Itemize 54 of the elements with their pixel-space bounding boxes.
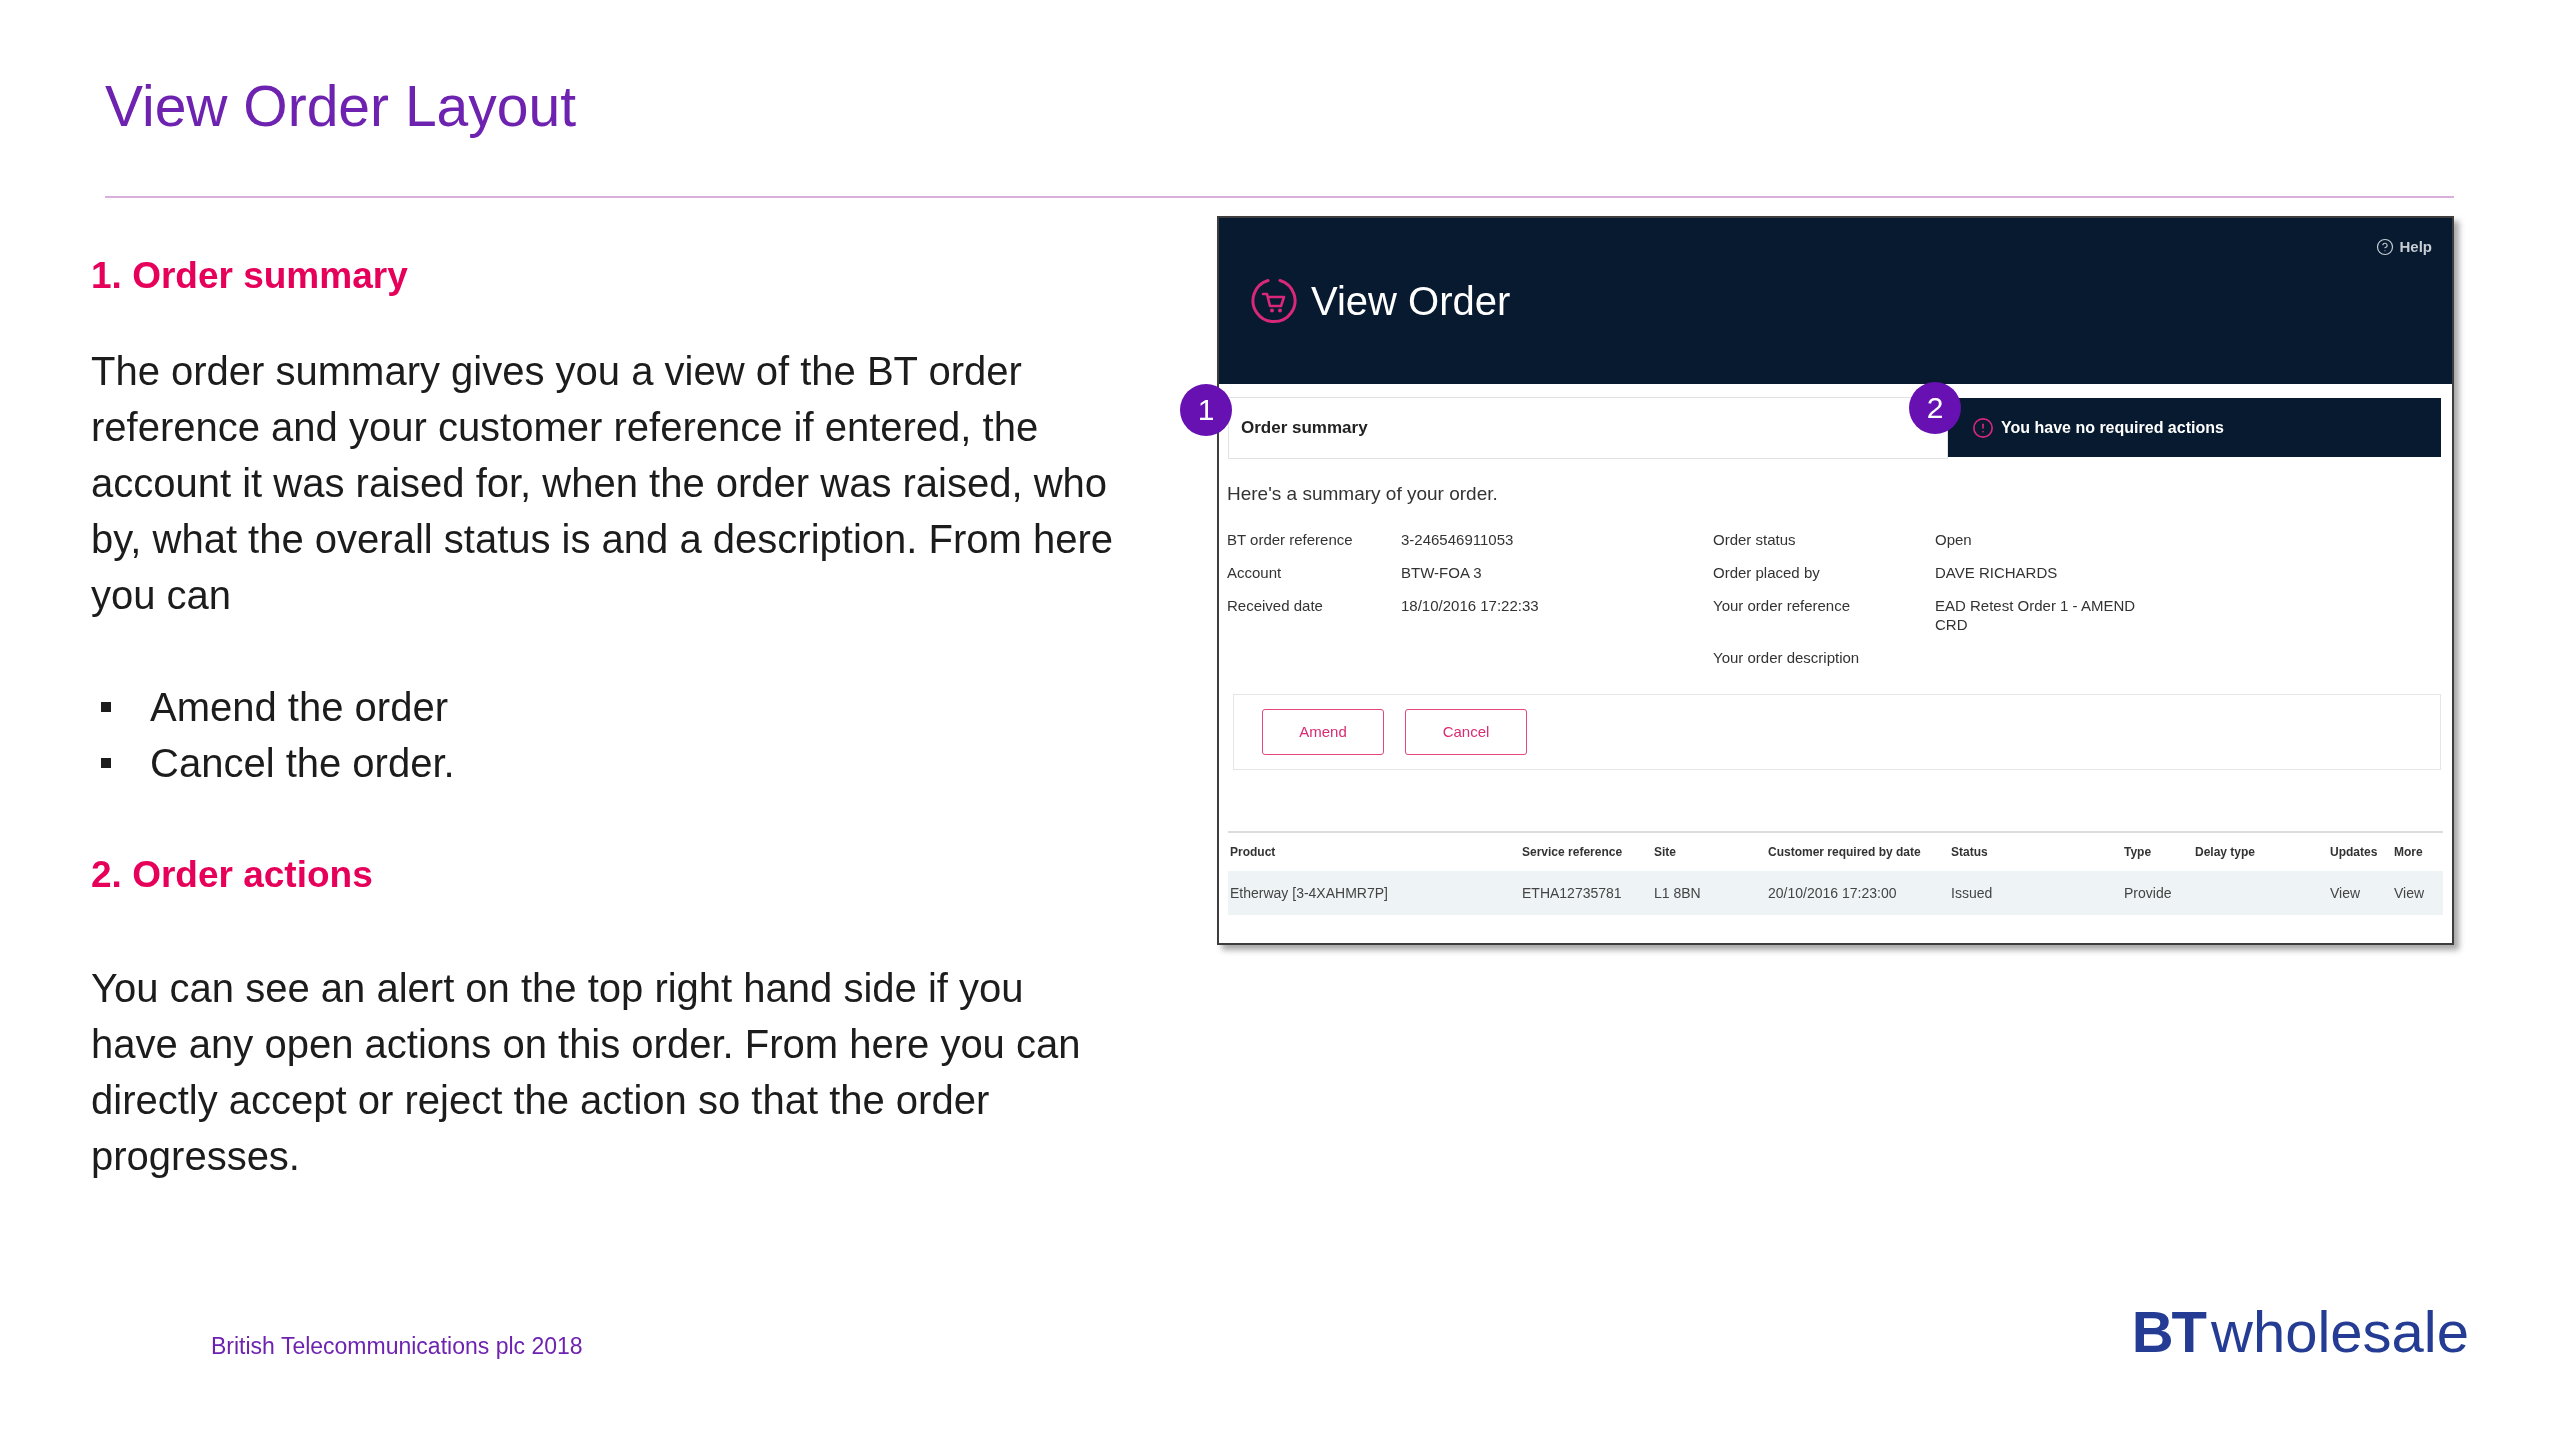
column-header: Status — [1951, 844, 1988, 861]
table-cell-text: Issued — [1951, 883, 1993, 903]
detail-value: DAVE RICHARDS — [1935, 563, 2059, 582]
section-heading: 1. Order summary — [91, 254, 408, 298]
column-header: Product — [1230, 844, 1276, 861]
action-button[interactable]: Amend — [1262, 709, 1384, 755]
step-marker: 2 — [1909, 382, 1961, 434]
table-cell-text: 20/10/2016 17:23:00 — [1768, 883, 1897, 903]
step-marker: 1 — [1180, 384, 1232, 436]
detail-label: Order placed by — [1713, 563, 1821, 582]
column-header: Service reference — [1522, 844, 1623, 861]
page-title: View Order — [1311, 278, 1511, 325]
copyright-text: British Telecommunications plc 2018 — [211, 1333, 583, 1359]
table-cell-text: View — [2394, 883, 2425, 903]
alert-text: You have no required actions — [2001, 417, 2224, 438]
column-header: Customer required by date — [1768, 844, 1921, 861]
alert-icon — [1972, 416, 1994, 439]
detail-label: Received date — [1227, 596, 1324, 615]
table-cell-text: Etherway [3-4XAHMR7P] — [1230, 883, 1388, 903]
column-header: Site — [1654, 844, 1676, 861]
detail-label: Account — [1227, 563, 1283, 582]
detail-value: Open — [1935, 530, 1973, 549]
slide-title: View Order Layout — [105, 73, 577, 140]
table-cell-text: L1 8BN — [1654, 883, 1701, 903]
panel-title: Order summary — [1241, 417, 1368, 440]
action-button[interactable]: Cancel — [1405, 709, 1527, 755]
detail-label: Order status — [1713, 530, 1797, 549]
detail-label: Your order reference — [1713, 596, 1852, 615]
bullet-icon — [101, 702, 111, 712]
intro-text: Here's a summary of your order. — [1227, 483, 1498, 504]
body-text: You can see an alert on the top right hand side if you have any open actions on this order. From here you can directly accept or reject the action so that the order progresses. — [91, 965, 1082, 1180]
table-cell-text: View — [2330, 883, 2361, 903]
detail-label: BT order reference — [1227, 530, 1354, 549]
help-link[interactable]: Help — [2376, 236, 2432, 258]
body-text: The order summary gives you a view of the BT order reference and your customer reference if entered, the account it was raised for, when the order was raised, who by, what the overall status is and a description. From here you can — [91, 348, 1114, 619]
help-icon — [2376, 238, 2395, 256]
bullet-text: Cancel the order. — [150, 740, 455, 787]
column-header: Delay type — [2195, 844, 2256, 861]
section-heading: 2. Order actions — [91, 853, 373, 897]
table-cell-text: ETHA12735781 — [1522, 883, 1622, 903]
table-cell-text: Provide — [2124, 883, 2172, 903]
column-header: Updates — [2330, 844, 2378, 861]
bullet-text: Amend the order — [150, 684, 448, 731]
detail-label: Your order description — [1713, 648, 1861, 667]
cart-icon — [1249, 276, 1299, 326]
logo-mark: BT — [2131, 1302, 2206, 1362]
column-header: More — [2394, 844, 2423, 861]
detail-value: 3-246546911053 — [1401, 530, 1515, 549]
detail-value: EAD Retest Order 1 - AMEND CRD — [1935, 596, 2137, 634]
bullet-icon — [101, 758, 111, 768]
detail-value: 18/10/2016 17:22:33 — [1401, 596, 1540, 615]
detail-value: BTW-FOA 3 — [1401, 563, 1483, 582]
column-header: Type — [2124, 844, 2152, 861]
logo-wordmark: wholesale — [2211, 1302, 2469, 1362]
